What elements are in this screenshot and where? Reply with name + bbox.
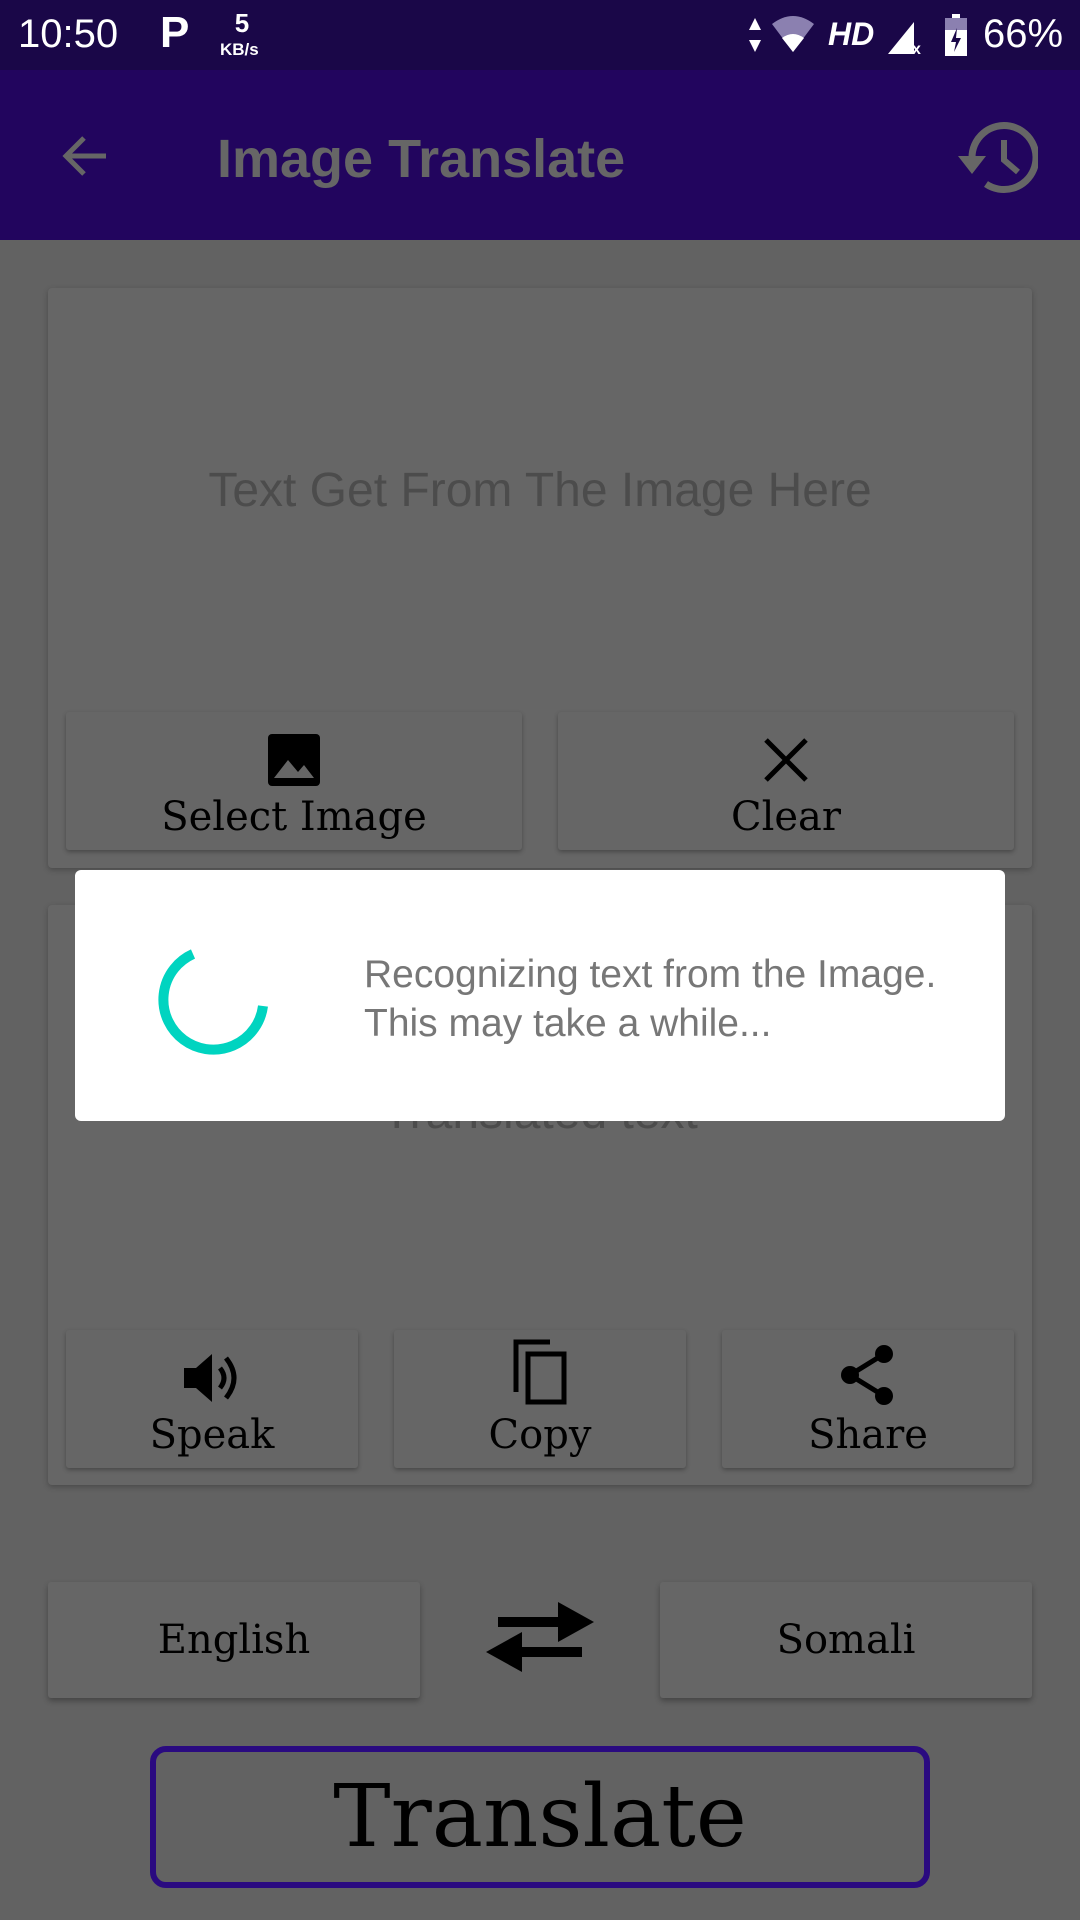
parking-app-icon: P xyxy=(160,8,190,57)
history-icon[interactable] xyxy=(950,118,1038,198)
translate-button[interactable]: Translate xyxy=(150,1746,930,1888)
clear-label: Clear xyxy=(730,794,842,840)
copy-label: Copy xyxy=(488,1412,592,1458)
net-speed-unit: KB/s xyxy=(220,40,259,59)
source-text-placeholder[interactable]: Text Get From The Image Here xyxy=(48,463,1032,518)
source-text-card: Text Get From The Image Here Select Imag… xyxy=(48,288,1032,868)
clock: 10:50 xyxy=(18,12,119,56)
share-label: Share xyxy=(808,1412,928,1458)
copy-icon xyxy=(513,1339,567,1405)
net-speed-value: 5 xyxy=(234,8,250,38)
source-language-selector[interactable]: English xyxy=(48,1582,420,1698)
data-activity-icon xyxy=(749,18,761,52)
speak-label: Speak xyxy=(149,1412,275,1458)
app-bar: Image Translate xyxy=(0,70,1080,240)
share-button[interactable]: Share xyxy=(722,1330,1014,1468)
select-image-button[interactable]: Select Image xyxy=(66,712,522,850)
close-icon xyxy=(764,738,808,782)
signal-icon: x xyxy=(888,22,921,54)
speak-button[interactable]: Speak xyxy=(66,1330,358,1468)
loading-spinner-icon xyxy=(158,949,268,1055)
svg-text:x: x xyxy=(912,41,921,54)
back-arrow-icon[interactable] xyxy=(58,130,110,182)
page-title: Image Translate xyxy=(217,129,626,189)
clear-button[interactable]: Clear xyxy=(558,712,1014,850)
dialog-message: Recognizing text from the Image. This ma… xyxy=(364,953,937,1045)
image-icon xyxy=(268,734,320,786)
copy-button[interactable]: Copy xyxy=(394,1330,686,1468)
status-bar: 10:50 P 5 KB/s HD x 66% xyxy=(0,0,1080,70)
progress-dialog: Recognizing text from the Image. This ma… xyxy=(75,870,1005,1121)
select-image-label: Select Image xyxy=(161,794,427,840)
share-icon xyxy=(841,1345,893,1405)
swap-arrows-icon[interactable] xyxy=(484,1594,596,1678)
target-language-selector[interactable]: Somali xyxy=(660,1582,1032,1698)
wifi-icon xyxy=(772,16,814,52)
battery-charging-icon xyxy=(945,14,967,56)
network-type: HD xyxy=(828,16,875,52)
speaker-icon xyxy=(184,1354,237,1402)
battery-level: 66% xyxy=(983,12,1064,56)
